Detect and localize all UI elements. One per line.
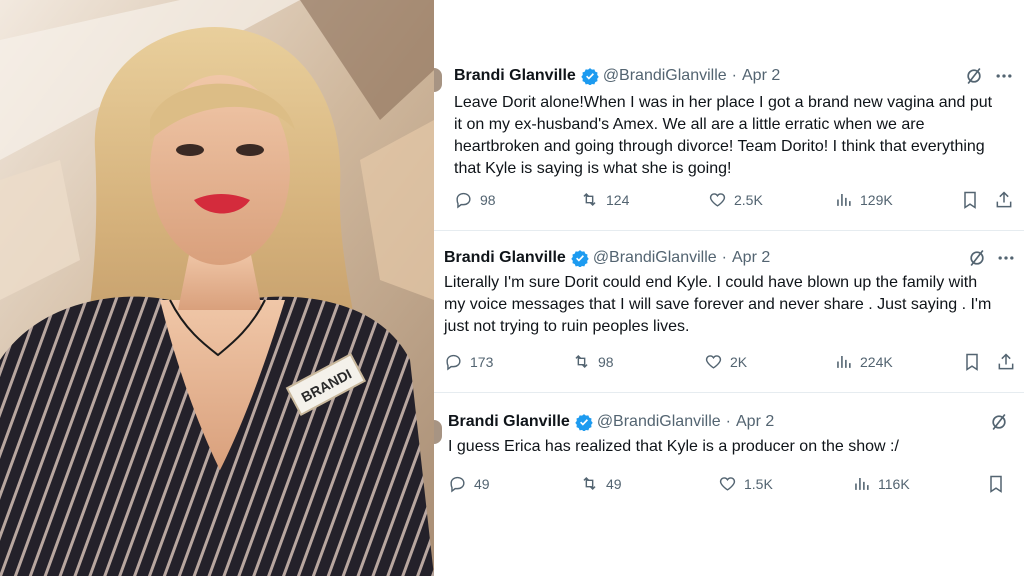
tweet-actions: 49 49 1.5K 116K bbox=[434, 474, 1024, 496]
reply-icon bbox=[456, 192, 471, 209]
like-count: 1.5K bbox=[744, 475, 773, 492]
bookmark-icon[interactable] bbox=[960, 190, 980, 210]
like-button[interactable]: 1.5K bbox=[718, 474, 773, 493]
tweet-line: heartbroken and going through divorce! T… bbox=[454, 138, 985, 155]
avatar[interactable] bbox=[434, 420, 442, 444]
like-icon bbox=[705, 355, 722, 369]
tweet-date[interactable]: Apr 2 bbox=[736, 413, 774, 431]
reply-button[interactable]: 173 bbox=[444, 352, 493, 371]
views-icon bbox=[837, 355, 851, 368]
repost-count: 124 bbox=[606, 191, 630, 208]
author-handle[interactable]: @BrandiGlanville bbox=[593, 249, 717, 267]
avatar[interactable] bbox=[434, 68, 442, 92]
repost-button[interactable]: 98 bbox=[572, 352, 614, 371]
like-count: 2.5K bbox=[734, 191, 763, 208]
like-button[interactable]: 2.5K bbox=[708, 190, 763, 209]
repost-button[interactable]: 124 bbox=[580, 190, 629, 209]
portrait-photo: BRANDI bbox=[0, 0, 434, 576]
reply-button[interactable]: 98 bbox=[454, 190, 496, 209]
divider bbox=[434, 230, 1024, 231]
bookmark-icon[interactable] bbox=[962, 352, 982, 372]
verified-badge-icon bbox=[571, 250, 589, 267]
repost-count: 98 bbox=[598, 353, 614, 370]
separator-dot: · bbox=[721, 249, 727, 266]
grok-icon[interactable] bbox=[964, 66, 984, 86]
views-button[interactable]: 224K bbox=[834, 352, 893, 371]
tweet-line: it on my ex-husband's Amex. We all are a… bbox=[454, 116, 925, 133]
repost-icon bbox=[575, 354, 588, 369]
views-count: 224K bbox=[860, 353, 893, 370]
views-button[interactable]: 129K bbox=[834, 190, 893, 209]
reply-count: 173 bbox=[470, 353, 494, 370]
more-icon[interactable] bbox=[994, 66, 1014, 86]
repost-count: 49 bbox=[606, 475, 622, 492]
tweet-text: Leave Dorit alone!When I was in her plac… bbox=[454, 92, 992, 180]
reply-icon bbox=[446, 354, 461, 371]
tweet-text: I guess Erica has realized that Kyle is … bbox=[448, 436, 899, 458]
like-button[interactable]: 2K bbox=[704, 352, 747, 371]
tweets-panel: Brandi Glanville @BrandiGlanville · Apr … bbox=[434, 0, 1024, 576]
views-icon bbox=[837, 193, 851, 206]
tweet-actions: 173 98 2K 224K bbox=[434, 352, 1024, 374]
reply-icon bbox=[450, 476, 465, 493]
share-icon[interactable] bbox=[994, 190, 1014, 210]
divider bbox=[434, 392, 1024, 393]
like-icon bbox=[719, 477, 736, 491]
repost-icon bbox=[583, 476, 596, 491]
grok-icon[interactable] bbox=[989, 412, 1009, 432]
bookmark-icon[interactable] bbox=[986, 474, 1006, 494]
tweet-line: Leave Dorit alone!When I was in her plac… bbox=[454, 94, 993, 111]
author-name[interactable]: Brandi Glanville bbox=[454, 67, 576, 85]
author-handle[interactable]: @BrandiGlanville bbox=[603, 67, 727, 85]
views-icon bbox=[855, 477, 869, 490]
like-count: 2K bbox=[730, 353, 748, 370]
tweet-actions: 98 124 2.5K 129K bbox=[434, 190, 1024, 212]
tweet-text: Literally I'm sure Dorit could end Kyle.… bbox=[444, 272, 991, 338]
tweet-line: that Kyle is saying is what she is going… bbox=[454, 160, 732, 177]
more-icon[interactable] bbox=[996, 248, 1016, 268]
repost-icon bbox=[583, 192, 596, 207]
views-count: 116K bbox=[878, 475, 910, 492]
reply-button[interactable]: 49 bbox=[448, 474, 490, 493]
verified-badge-icon bbox=[581, 68, 599, 85]
views-count: 129K bbox=[860, 191, 893, 208]
repost-button[interactable]: 49 bbox=[580, 474, 622, 493]
reply-count: 49 bbox=[474, 475, 490, 492]
like-icon bbox=[709, 193, 726, 207]
author-handle[interactable]: @BrandiGlanville bbox=[597, 413, 721, 431]
verified-badge-icon bbox=[575, 414, 593, 431]
tweet-line: I guess Erica has realized that Kyle is … bbox=[448, 438, 899, 455]
author-name[interactable]: Brandi Glanville bbox=[448, 413, 570, 431]
separator-dot: · bbox=[731, 67, 737, 84]
share-icon[interactable] bbox=[996, 352, 1016, 372]
author-name[interactable]: Brandi Glanville bbox=[444, 249, 566, 267]
separator-dot: · bbox=[725, 413, 731, 430]
tweet-line: my voice messages that I will save forev… bbox=[444, 296, 992, 313]
photo-panel: BRANDI bbox=[0, 0, 434, 576]
tweet-line: just not trying to ruin peoples lives. bbox=[444, 318, 690, 335]
tweet-line: Literally I'm sure Dorit could end Kyle.… bbox=[444, 274, 978, 291]
grok-icon[interactable] bbox=[967, 248, 987, 268]
reply-count: 98 bbox=[480, 191, 496, 208]
tweet-date[interactable]: Apr 2 bbox=[732, 249, 770, 267]
tweet-date[interactable]: Apr 2 bbox=[742, 67, 780, 85]
views-button[interactable]: 116K bbox=[852, 474, 910, 493]
